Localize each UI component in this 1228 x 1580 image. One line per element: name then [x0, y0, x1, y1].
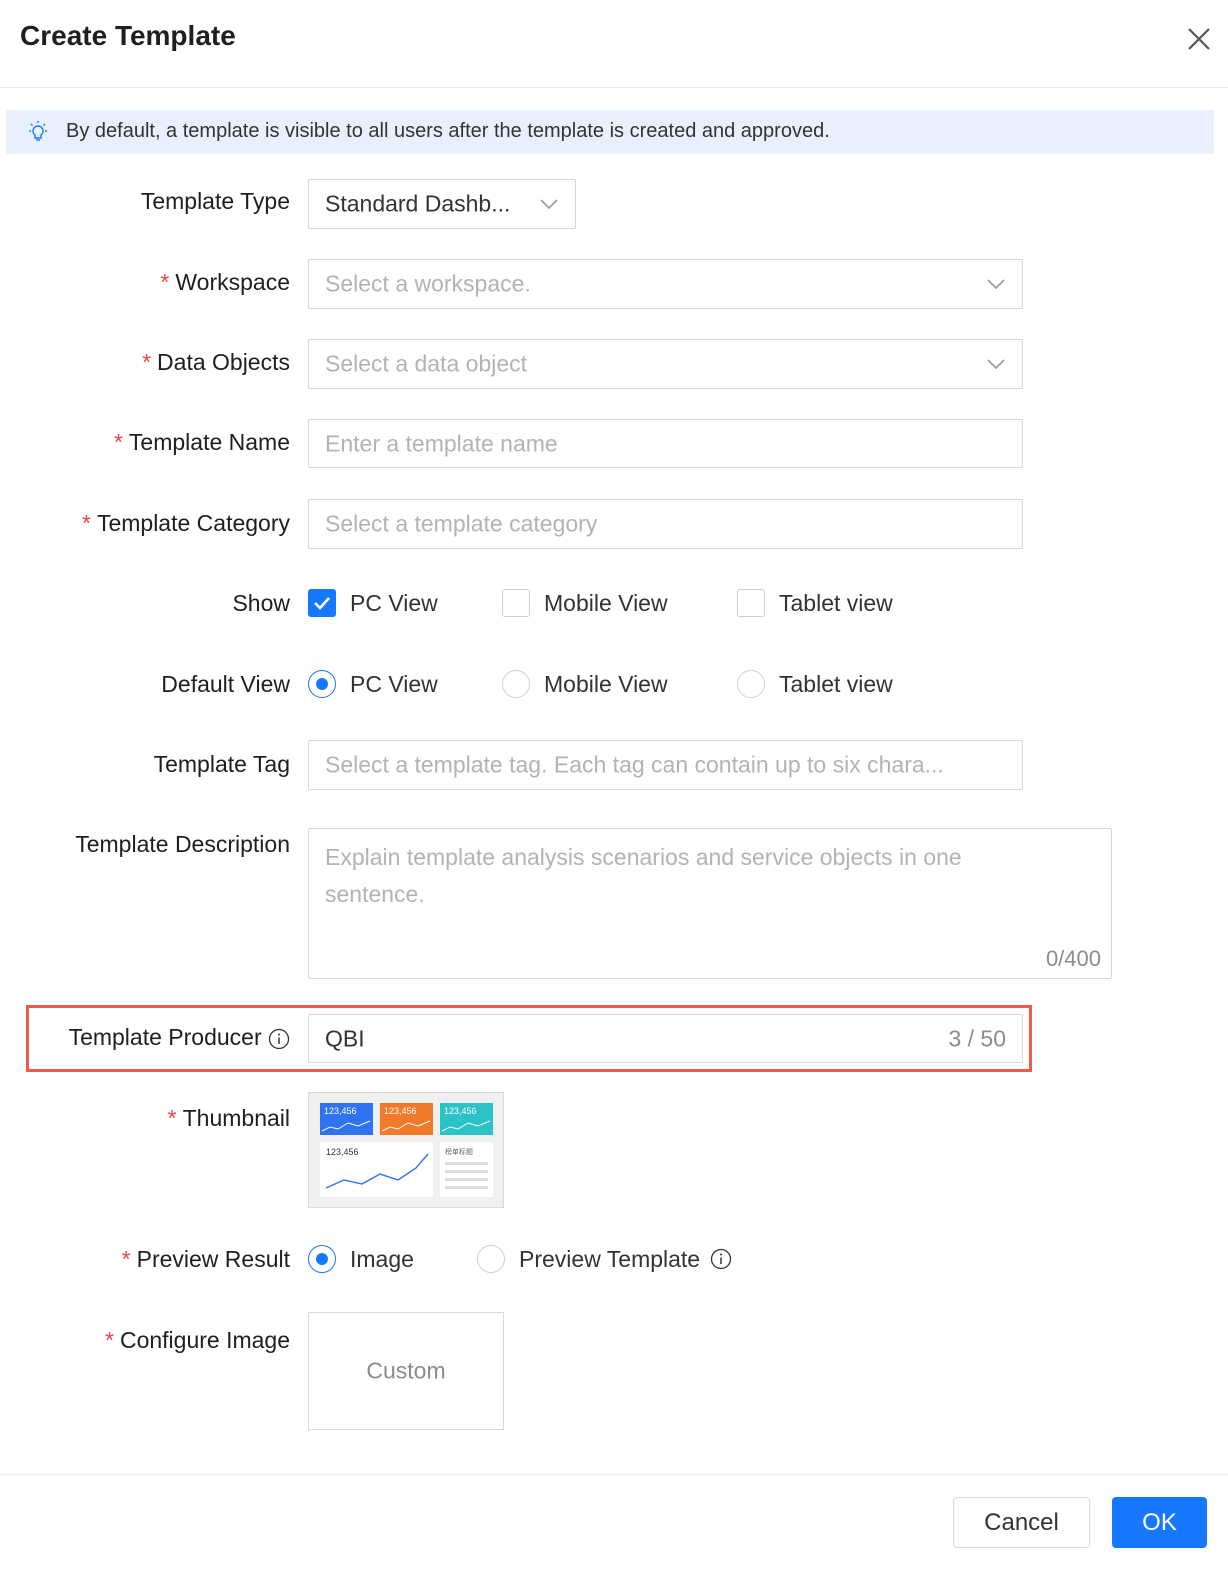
- radio-unselected[interactable]: [502, 670, 530, 698]
- preview-template-label: Preview Template: [519, 1245, 701, 1272]
- default-pc-view-radio[interactable]: PC View: [308, 670, 438, 698]
- template-tag-label: Template Tag: [153, 751, 290, 777]
- show-label: Show: [232, 590, 290, 616]
- create-template-dialog: Create Template By default, a template i…: [0, 0, 1228, 1580]
- template-tag-select[interactable]: Select a template tag. Each tag can cont…: [308, 740, 1023, 790]
- data-objects-placeholder: Select a data object: [325, 350, 528, 377]
- show-mobile-view-checkbox[interactable]: Mobile View: [502, 589, 668, 617]
- preview-image-label: Image: [350, 1245, 414, 1272]
- default-view-label: Default View: [161, 671, 290, 697]
- workspace-placeholder: Select a workspace.: [325, 270, 531, 297]
- template-name-placeholder: Enter a template name: [325, 430, 558, 456]
- thumb-line-chart: 123,456: [320, 1142, 433, 1197]
- template-producer-label: Template Producer: [69, 1024, 290, 1051]
- default-mobile-view-label: Mobile View: [544, 670, 668, 697]
- description-char-counter: 0/400: [1045, 946, 1101, 971]
- thumbnail-label: * Thumbnail: [167, 1105, 290, 1131]
- dialog-header: Create Template: [0, 0, 1228, 88]
- show-tablet-view-label: Tablet view: [779, 589, 893, 616]
- template-type-value: Standard Dashb...: [325, 190, 511, 217]
- template-type-select[interactable]: Standard Dashb...: [308, 179, 576, 229]
- template-description-textarea[interactable]: Explain template analysis scenarios and …: [308, 828, 1112, 979]
- template-description-label: Template Description: [75, 831, 290, 857]
- dialog-title: Create Template: [20, 20, 236, 51]
- radio-selected[interactable]: [308, 670, 336, 698]
- checkbox-unchecked[interactable]: [502, 589, 530, 617]
- custom-image-upload[interactable]: Custom: [308, 1312, 504, 1430]
- template-producer-input[interactable]: QBI 3 / 50: [308, 1014, 1023, 1063]
- show-mobile-view-label: Mobile View: [544, 589, 668, 616]
- producer-char-counter: 3 / 50: [948, 1025, 1006, 1051]
- thumb-list: 榜单标题: [440, 1142, 493, 1197]
- template-type-label: Template Type: [140, 188, 290, 214]
- thumb-tile-teal: 123,456: [440, 1103, 493, 1135]
- template-name-label: * Template Name: [113, 429, 290, 455]
- radio-unselected[interactable]: [737, 670, 765, 698]
- lightbulb-icon: [29, 121, 47, 141]
- template-tag-placeholder: Select a template tag. Each tag can cont…: [325, 751, 944, 778]
- default-mobile-view-radio[interactable]: Mobile View: [502, 670, 668, 698]
- template-category-placeholder: Select a template category: [325, 510, 598, 537]
- preview-template-radio[interactable]: Preview Template: [477, 1245, 732, 1273]
- ok-button[interactable]: OK: [1112, 1497, 1207, 1548]
- template-description-placeholder: Explain template analysis scenarios and …: [325, 844, 962, 907]
- close-button[interactable]: [1182, 22, 1216, 56]
- close-icon: [1188, 28, 1210, 50]
- chevron-down-icon: [987, 279, 1005, 290]
- chevron-down-icon: [540, 199, 558, 210]
- template-category-label: * Template Category: [82, 510, 290, 536]
- radio-unselected[interactable]: [477, 1245, 505, 1273]
- configure-image-label: * Configure Image: [105, 1327, 290, 1353]
- info-icon[interactable]: [710, 1248, 732, 1270]
- preview-result-label: * Preview Result: [121, 1246, 290, 1272]
- data-objects-label: * Data Objects: [142, 349, 290, 375]
- radio-selected[interactable]: [308, 1245, 336, 1273]
- thumb-tile-orange: 123,456: [380, 1103, 433, 1135]
- visibility-notice: By default, a template is visible to all…: [6, 110, 1214, 154]
- chevron-down-icon: [987, 359, 1005, 370]
- checkbox-unchecked[interactable]: [737, 589, 765, 617]
- check-icon: [314, 597, 330, 610]
- thumbnail-image[interactable]: 123,456 123,456 123,456 123,456 榜单标题: [308, 1092, 504, 1208]
- show-pc-view-label: PC View: [350, 589, 438, 616]
- template-category-input[interactable]: Select a template category: [308, 499, 1023, 549]
- default-pc-view-label: PC View: [350, 670, 438, 697]
- template-name-input[interactable]: Enter a template name: [308, 419, 1023, 468]
- info-icon[interactable]: [268, 1028, 290, 1050]
- template-producer-value: QBI: [325, 1025, 365, 1051]
- workspace-select[interactable]: Select a workspace.: [308, 259, 1023, 309]
- show-tablet-view-checkbox[interactable]: Tablet view: [737, 589, 893, 617]
- data-objects-select[interactable]: Select a data object: [308, 339, 1023, 389]
- workspace-label: * Workspace: [160, 269, 290, 295]
- show-pc-view-checkbox[interactable]: PC View: [308, 589, 438, 617]
- default-tablet-view-label: Tablet view: [779, 670, 893, 697]
- thumb-tile-blue: 123,456: [320, 1103, 373, 1135]
- preview-image-radio[interactable]: Image: [308, 1245, 414, 1273]
- custom-image-label: Custom: [366, 1357, 446, 1384]
- notice-text: By default, a template is visible to all…: [66, 120, 830, 142]
- cancel-button[interactable]: Cancel: [953, 1497, 1090, 1548]
- checkbox-checked[interactable]: [308, 589, 336, 617]
- default-tablet-view-radio[interactable]: Tablet view: [737, 670, 893, 698]
